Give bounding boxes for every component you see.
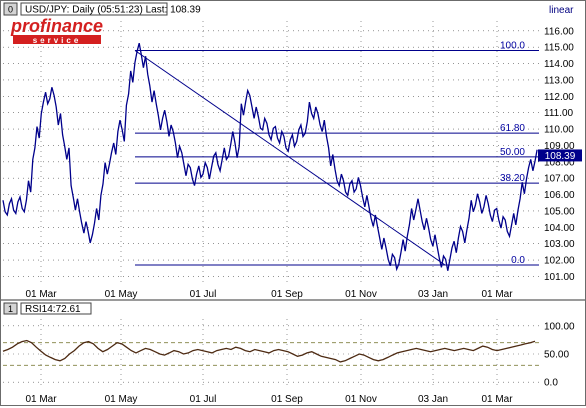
date-tick-label: 01 Mar [481,289,513,300]
price-tick-label: 102.00 [544,256,575,267]
price-tick-label: 116.00 [544,26,574,37]
price-tick-label: 115.00 [544,43,574,54]
rsi-grid [3,319,539,389]
rsi-tick-label: 0.0 [544,378,558,389]
fibonacci-level-label: 50.00 [500,147,525,158]
rsi-tick-label: 100.00 [544,321,575,332]
price-tick-label: 112.00 [544,92,574,103]
price-tick-label: 104.00 [544,223,575,234]
rsi-date-tick-label: 01 May [105,394,138,405]
main-panel-index-label: 0 [8,5,13,15]
chart-svg: 0 USD/JPY: Daily (05:51:23) Last: 108.39… [1,1,585,405]
main-chart-title: USD/JPY: Daily (05:51:23) Last: 108.39 [25,5,201,16]
fibonacci-level-label: 61.80 [500,123,525,134]
rsi-axis-ticks: 100.00 50.00 0.0 [544,321,575,388]
date-tick-label: 01 Nov [345,289,377,300]
price-tick-label: 101.00 [544,272,575,283]
price-tick-label: 107.00 [544,174,575,185]
chart-window: 0 USD/JPY: Daily (05:51:23) Last: 108.39… [0,0,586,406]
rsi-date-tick-label: 03 Jan [418,394,448,405]
date-tick-label: 01 May [105,289,138,300]
fibonacci-levels: 100.061.8050.0038.200.0 [135,40,539,266]
rsi-date-tick-label: 01 Mar [25,394,57,405]
date-tick-label: 01 Sep [271,289,303,300]
main-date-axis: 01 Mar 01 May 01 Jul 01 Sep 01 Nov 03 Jan 01 M… [25,289,513,300]
price-tick-label: 103.00 [544,239,575,250]
scale-mode-label[interactable]: linear [549,5,574,16]
last-price-label: 108.39 [545,151,576,162]
price-tick-label: 114.00 [544,59,574,70]
logo-subtext: service [33,36,82,45]
rsi-date-axis: 01 Mar 01 May 01 Jul 01 Sep 01 Nov 03 Jan 01 M… [25,394,513,405]
rsi-title: RSI14:72.61 [25,304,81,315]
date-tick-label: 01 Jul [190,289,217,300]
rsi-series-line [2,339,536,363]
main-grid [3,21,539,283]
price-tick-label: 113.00 [544,75,574,86]
price-tick-label: 111.00 [544,108,574,119]
fibonacci-trend-line [134,50,446,266]
logo-text: profinance [10,16,103,36]
profinance-logo: profinance service [10,16,103,45]
price-tick-label: 105.00 [544,206,575,217]
fibonacci-level-label: 0.0 [511,255,525,266]
last-price-tag: 108.39 [538,149,582,162]
rsi-date-tick-label: 01 Jul [190,394,217,405]
price-tick-label: 110.00 [544,125,574,136]
rsi-tick-label: 50.00 [544,350,569,361]
price-tick-label: 106.00 [544,190,575,201]
rsi-date-tick-label: 01 Mar [481,394,513,405]
rsi-panel-index-label: 1 [8,304,13,314]
date-tick-label: 03 Jan [418,289,448,300]
date-tick-label: 01 Mar [25,289,57,300]
rsi-date-tick-label: 01 Sep [271,394,303,405]
fibonacci-level-label: 100.0 [500,40,525,51]
rsi-date-tick-label: 01 Nov [345,394,377,405]
rsi-panel-separator [1,299,585,301]
